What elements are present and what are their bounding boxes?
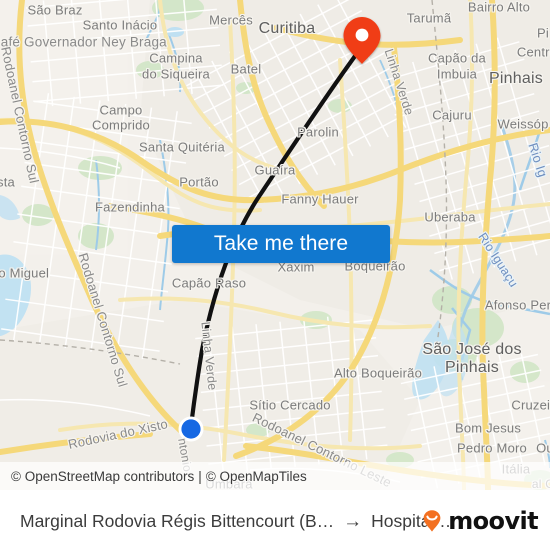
- take-me-there-label: Take me there: [213, 232, 349, 255]
- attribution-separator: |: [198, 468, 202, 484]
- origin-dot: [178, 416, 204, 442]
- moovit-wordmark: moovit: [448, 507, 538, 535]
- arrow-right-icon: →: [343, 510, 363, 532]
- moovit-pin-smile-icon: [423, 510, 441, 532]
- map-attribution[interactable]: © OpenStreetMap contributors | © OpenMap…: [0, 462, 550, 490]
- attribution-osm[interactable]: © OpenStreetMap contributors: [11, 469, 194, 484]
- route-summary[interactable]: Marginal Rodovia Régis Bittencourt (B… →…: [20, 511, 457, 532]
- bottom-bar: Marginal Rodovia Régis Bittencourt (B… →…: [0, 490, 550, 550]
- moovit-trip-screen: São Braz Santo Inácio Mercês Curitiba Tarumã…: [0, 0, 550, 550]
- map-view[interactable]: São Braz Santo Inácio Mercês Curitiba Tarumã…: [0, 0, 550, 490]
- route-origin-label: Marginal Rodovia Régis Bittencourt (B…: [20, 510, 335, 531]
- take-me-there-button[interactable]: Take me there: [172, 225, 390, 263]
- moovit-logo[interactable]: moovit: [419, 507, 539, 535]
- attribution-openmaptiles[interactable]: © OpenMapTiles: [206, 469, 307, 484]
